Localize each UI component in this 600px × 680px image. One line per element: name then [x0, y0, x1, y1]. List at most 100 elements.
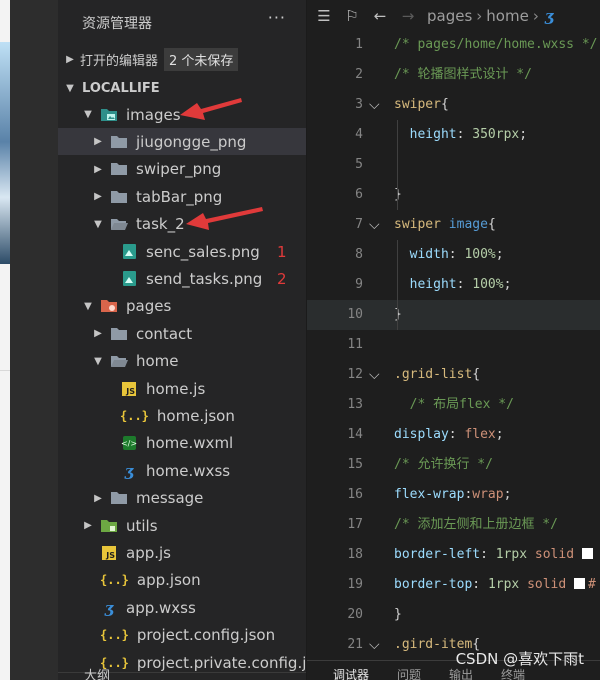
tree-item-senc-sales-png[interactable]: senc_sales.png 1 [58, 238, 306, 265]
panel-tab[interactable]: 调试器 [333, 661, 369, 680]
code-token: /* 添加左侧和上册边框 */ [394, 517, 558, 532]
tree-item-tabbar-png[interactable]: ▶ tabBar_png [58, 183, 306, 210]
fold-chevron-icon[interactable]: ⌵ [369, 210, 380, 240]
code-line[interactable]: 2 /* 轮播图样式设计 */ [307, 60, 600, 90]
code-line[interactable]: 1 /* pages/home/home.wxss */ [307, 30, 600, 60]
tree-item-label: contact [136, 324, 193, 343]
tree-item-home[interactable]: ▼ home [58, 348, 306, 375]
tree-item-home-wxml[interactable]: </> home.wxml [58, 430, 306, 457]
tree-item-label: app.json [136, 571, 201, 590]
chevron-down-icon[interactable]: ▼ [82, 301, 94, 312]
line-number: 14 [347, 427, 363, 442]
tree-item-label: tabBar_png [136, 187, 223, 206]
fold-chevron-icon[interactable]: ⌵ [369, 90, 380, 120]
code-line[interactable]: 19 border-top: 1rpx solid # [307, 570, 600, 600]
tree-item-label: jiugongge_png [136, 132, 247, 151]
code-line[interactable]: 5 [307, 150, 600, 180]
code-line[interactable]: 8 width: 100%; [307, 240, 600, 270]
image-folder-icon [100, 107, 118, 123]
project-name: LOCALLIFE [82, 80, 160, 96]
tree-item-images[interactable]: ▼ images [58, 101, 306, 128]
back-arrow-icon[interactable]: ← [369, 7, 391, 25]
code-token: : [456, 277, 473, 292]
chevron-right-icon[interactable]: ▶ [92, 164, 104, 175]
tree-item-label: swiper_png [136, 160, 222, 179]
fold-chevron-icon[interactable]: ⌵ [369, 630, 380, 660]
project-section[interactable]: ▼ LOCALLIFE [58, 75, 306, 101]
tree-item-home-js[interactable]: JS home.js [58, 375, 306, 402]
code-token: rpx [495, 127, 520, 142]
tree-item-jiugongge-png[interactable]: ▶ jiugongge_png [58, 128, 306, 156]
code-line[interactable]: 18 border-left: 1rpx solid [307, 540, 600, 570]
code-token: ; [495, 247, 504, 262]
outline-section[interactable]: 大纲 [58, 670, 306, 680]
list-icon[interactable]: ☰ [313, 7, 335, 25]
tree-item-label: home.js [146, 379, 206, 398]
tree-item-contact[interactable]: ▶ contact [58, 320, 306, 347]
code-text: height: 100%; [394, 270, 512, 300]
chevron-right-icon[interactable]: ▶ [92, 493, 104, 504]
code-token: height [409, 127, 457, 142]
color-swatch[interactable] [581, 548, 593, 559]
tree-item-label: home.json [156, 406, 235, 425]
open-editors-section[interactable]: ▶ 打开的编辑器 2 个未保存 [58, 46, 306, 72]
tree-item-send-tasks-png[interactable]: send_tasks.png 2 [58, 265, 306, 292]
folder-icon [110, 189, 128, 205]
chevron-right-icon[interactable]: ▶ [92, 328, 104, 339]
breadcrumb-pages[interactable]: pages [427, 7, 472, 25]
chevron-right-icon: ▶ [66, 53, 74, 65]
breadcrumb-home[interactable]: home [486, 7, 529, 25]
chevron-down-icon[interactable]: ▼ [82, 109, 94, 120]
tree-item-task-2[interactable]: ▼ task_2 [58, 211, 306, 238]
forward-arrow-icon[interactable]: → [397, 7, 419, 25]
color-swatch[interactable] [574, 578, 586, 589]
tree-item-app-wxss[interactable]: ʒ app.wxss [58, 594, 306, 621]
bookmark-icon[interactable]: ⚐ [341, 7, 363, 25]
tree-item-label: send_tasks.png [146, 269, 263, 288]
code-line[interactable]: 13 /* 布局flex */ [307, 390, 600, 420]
code-line[interactable]: 11 [307, 330, 600, 360]
code-line[interactable]: 4 height: 350rpx; [307, 120, 600, 150]
chevron-down-icon[interactable]: ▼ [92, 356, 104, 367]
code-line[interactable]: 14 display: flex; [307, 420, 600, 450]
tree-item-project-config-json[interactable]: {..} project.config.json [58, 622, 306, 649]
tree-item-label: pages [126, 297, 172, 316]
chevron-right-icon[interactable]: ▶ [92, 191, 104, 202]
line-number: 13 [347, 397, 363, 412]
activity-bar [10, 0, 58, 680]
chevron-right-icon[interactable]: ▶ [82, 520, 94, 531]
code-token: } [394, 607, 402, 622]
tree-item-swiper-png[interactable]: ▶ swiper_png [58, 156, 306, 183]
code-line[interactable]: 20} [307, 600, 600, 630]
fold-chevron-icon[interactable]: ⌵ [369, 360, 380, 390]
code-token: ; [495, 427, 504, 442]
tree-item-home-json[interactable]: {..} home.json [58, 402, 306, 429]
line-number: 19 [347, 577, 363, 592]
chevron-down-icon[interactable]: ▼ [92, 219, 104, 230]
tree-item-label: senc_sales.png [146, 242, 260, 261]
tree-item-pages[interactable]: ▼ pages [58, 293, 306, 320]
code-line[interactable]: 16 flex-wrap:wrap; [307, 480, 600, 510]
code-line[interactable]: 15 /* 允许换行 */ [307, 450, 600, 480]
line-number: 10 [347, 307, 363, 322]
code-line[interactable]: 9 height: 100%; [307, 270, 600, 300]
more-actions-icon[interactable]: ··· [268, 8, 286, 27]
code-editor: ☰ ⚐ ← → pages › home › ʒ 1 /* pages/home/… [307, 0, 600, 680]
png-file-icon [120, 244, 138, 260]
tree-item-app-js[interactable]: JS app.js [58, 539, 306, 566]
chevron-right-icon[interactable]: ▶ [92, 136, 104, 147]
code-line[interactable]: 3 ⌵ swiper{ [307, 90, 600, 120]
tree-item-app-json[interactable]: {..} app.json [58, 567, 306, 594]
code-token: 1rpx [495, 547, 528, 562]
code-line[interactable]: 12 ⌵ .grid-list{ [307, 360, 600, 390]
tree-item-utils[interactable]: ▶ utils [58, 512, 306, 539]
code-line[interactable]: 7 ⌵ swiper image{ [307, 210, 600, 240]
panel-tab[interactable]: 问题 [397, 661, 421, 680]
code-line[interactable]: 6} [307, 180, 600, 210]
tree-item-message[interactable]: ▶ message [58, 485, 306, 512]
tree-item-home-wxss[interactable]: ʒ home.wxss [58, 457, 306, 484]
code-line[interactable]: 17 /* 添加左侧和上册边框 */ [307, 510, 600, 540]
code-text: .grid-list{ [394, 360, 480, 390]
code-line[interactable]: 10} [307, 300, 600, 330]
